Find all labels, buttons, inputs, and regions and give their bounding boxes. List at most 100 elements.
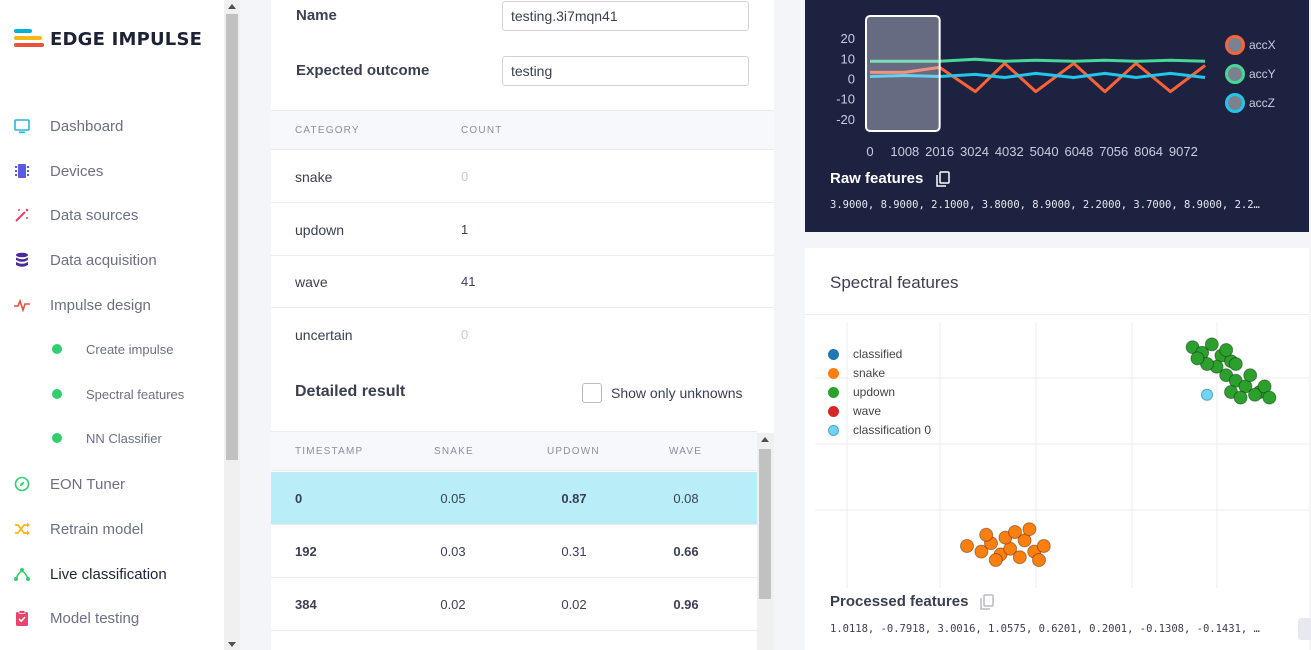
panel-edge-tab [1298,618,1311,640]
column-header-timestamp: TIMESTAMP [295,446,364,457]
scrollbar-thumb[interactable] [759,449,771,599]
table-row: wave 41 [271,256,774,308]
scroll-down-icon[interactable] [228,642,236,647]
show-only-unknowns-label[interactable]: Show only unknowns [611,385,743,401]
expected-outcome-label: Expected outcome [296,62,430,79]
classification-0-legend-icon [828,424,839,436]
edge-impulse-logo-icon [14,28,44,50]
legend-updown[interactable]: updown [828,384,895,400]
sidebar-item-devices[interactable]: Devices [0,156,224,186]
classification-summary-panel: Name testing.3i7mqn41 Expected outcome t… [271,0,774,650]
legend-classified[interactable]: classified [828,346,902,362]
legend-accy[interactable]: accY [1225,63,1276,85]
copy-icon[interactable] [980,594,994,615]
sidebar-item-dashboard[interactable]: Dashboard [0,111,224,141]
legend-snake[interactable]: snake [828,365,885,381]
y-tick-label: 0 [848,72,855,87]
snake-legend-icon [828,367,839,379]
divider [805,314,1309,315]
data-point-updown [1204,337,1219,352]
processed-features-title: Processed features [830,593,969,610]
spectral-features-title: Spectral features [830,273,959,292]
category-table-header: CATEGORY COUNT [271,110,774,150]
y-tick-label: 10 [841,51,855,66]
sidebar-item-data-acquisition[interactable]: Data acquisition [0,245,224,275]
clipboard-check-icon [14,610,30,626]
data-point-updown [1219,343,1234,357]
table-row: uncertain 0 [295,327,469,343]
result-row[interactable]: 384 0.02 0.02 0.96 [271,578,757,631]
logo[interactable]: EDGE IMPULSE [14,28,202,50]
sidebar-item-impulse-design[interactable]: Impulse design [0,290,224,320]
results-scrollbar[interactable] [757,433,774,650]
name-label: Name [296,7,337,24]
status-dot-icon [52,344,62,354]
data-point-snake [1008,525,1022,539]
legend-accx[interactable]: accX [1225,34,1276,56]
legend-classification-0[interactable]: classification 0 [828,422,931,438]
accz-legend-icon [1225,93,1245,113]
name-field[interactable]: testing.3i7mqn41 [502,1,749,31]
monitor-icon [14,118,30,134]
data-point-updown [1243,368,1258,383]
x-tick-label: 0 [866,144,873,159]
table-row: updown 1 [271,204,774,256]
sidebar-scrollbar[interactable] [224,0,240,650]
magic-wand-icon [14,207,30,223]
x-tick-label: 3024 [960,144,989,159]
data-point-classification-0 [1201,388,1213,401]
raw-data-panel: 20 10 0 -10 -20 0 1008 2016 3024 4032 5040 6048 7056… [805,0,1309,232]
data-point-updown [1233,390,1248,405]
sidebar-item-data-sources[interactable]: Data sources [0,200,224,230]
logo-text: EDGE IMPULSE [50,28,203,50]
chip-icon [14,163,30,179]
data-point-snake [1022,522,1037,537]
copy-icon[interactable] [936,171,950,192]
legend-wave[interactable]: wave [828,403,881,419]
sidebar: EDGE IMPULSE Dashboard Devices Data sour… [0,0,224,650]
y-tick-label: -20 [836,112,855,127]
sidebar-item-retrain-model[interactable]: Retrain model [0,514,224,544]
updown-legend-icon [828,386,839,398]
raw-features-title: Raw features [830,170,924,187]
x-tick-label: 2016 [925,144,954,159]
column-header-category: CATEGORY [295,125,360,136]
y-tick-label: 20 [841,31,855,46]
status-dot-icon [52,433,62,443]
table-row: snake 0 [271,151,774,203]
accx-legend-icon [1225,35,1245,55]
spectral-features-panel: Spectral features classified snake updow… [805,248,1309,650]
column-header-count: COUNT [461,125,503,136]
compass-icon [14,476,30,492]
data-point-updown [1190,351,1205,366]
column-header-snake: SNAKE [434,446,474,457]
sidebar-item-nn-classifier[interactable]: NN Classifier [0,423,224,453]
scroll-up-icon[interactable] [761,437,769,442]
sidebar-item-spectral-features[interactable]: Spectral features [0,379,224,409]
processed-features-values: 1.0118, -0.7918, 3.0016, 1.0575, 0.6201,… [830,623,1260,635]
data-point-updown [1262,390,1277,405]
wave-legend-icon [828,405,839,417]
scrollbar-thumb[interactable] [226,14,238,460]
sidebar-item-create-impulse[interactable]: Create impulse [0,334,224,364]
accy-legend-icon [1225,64,1245,84]
scroll-up-icon[interactable] [228,4,236,9]
sidebar-item-eon-tuner[interactable]: EON Tuner [0,469,224,499]
expected-outcome-field[interactable]: testing [502,56,749,86]
classified-legend-icon [828,348,839,360]
database-icon [14,252,30,268]
sidebar-item-model-testing[interactable]: Model testing [0,603,224,633]
result-row[interactable]: 192 0.03 0.31 0.66 [271,525,757,578]
data-point-snake [960,539,974,553]
show-only-unknowns-checkbox[interactable] [582,383,602,403]
y-tick-label: -10 [836,92,855,107]
pulse-icon [14,297,30,313]
data-point-snake [979,527,994,542]
legend-accz[interactable]: accZ [1225,92,1275,114]
x-tick-label: 1008 [890,144,919,159]
sidebar-item-live-classification[interactable]: Live classification [0,559,224,589]
data-point-snake [1032,553,1046,567]
result-row[interactable]: 0 0.05 0.87 0.08 [271,472,757,525]
x-tick-label: 9072 [1169,144,1198,159]
column-header-wave: WAVE [669,446,703,457]
